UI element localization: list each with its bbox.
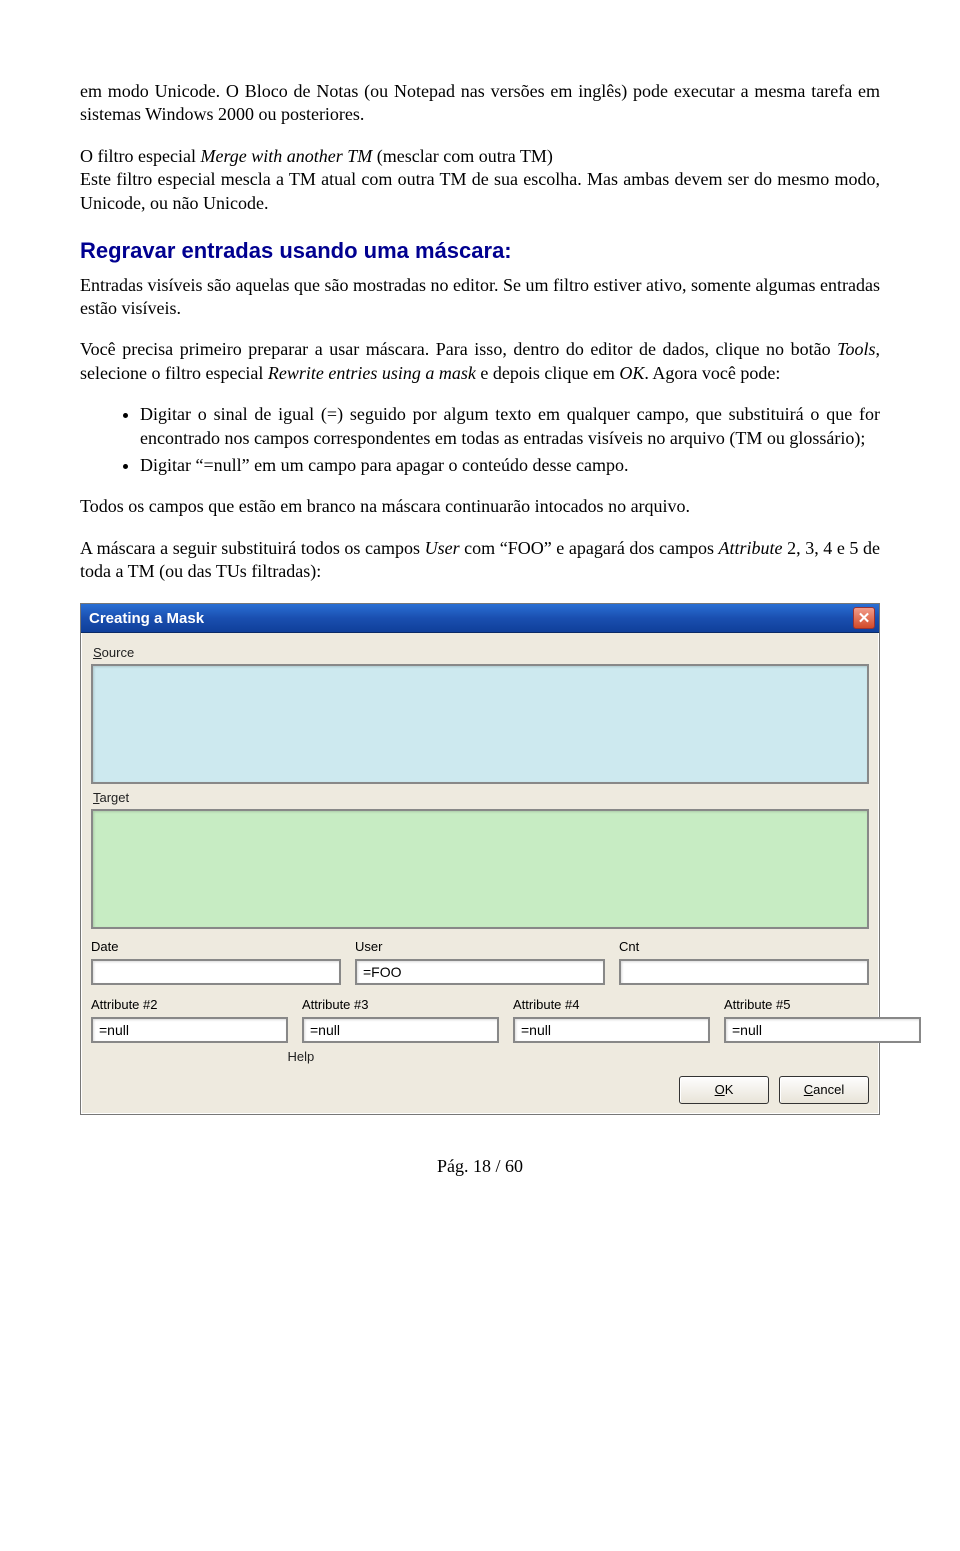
date-label: Date [91,939,341,956]
target-textarea[interactable] [91,809,869,929]
bullet-list: Digitar o sinal de igual (=) seguido por… [80,403,880,477]
page-footer: Pág. 18 / 60 [80,1155,880,1178]
source-textarea[interactable] [91,664,869,784]
target-label: Target [93,790,867,807]
attr2-label: Attribute #2 [91,997,288,1014]
cnt-field[interactable] [619,959,869,985]
attr4-label: Attribute #4 [513,997,710,1014]
paragraph-1: em modo Unicode. O Bloco de Notas (ou No… [80,80,880,127]
paragraph-6: A máscara a seguir substituirá todos os … [80,537,880,584]
user-field[interactable] [355,959,605,985]
attr5-field[interactable] [724,1017,921,1043]
creating-mask-dialog: Creating a Mask ✕ Source Target Date Use… [80,603,880,1114]
help-link[interactable]: Help [286,1049,483,1066]
paragraph-3: Entradas visíveis são aquelas que são mo… [80,274,880,321]
attr4-field[interactable] [513,1017,710,1043]
attr2-field[interactable] [91,1017,288,1043]
attr3-label: Attribute #3 [302,997,499,1014]
bullet-2: Digitar “=null” em um campo para apagar … [140,454,880,477]
bullet-1: Digitar o sinal de igual (=) seguido por… [140,403,880,450]
cancel-button[interactable]: Cancel [779,1076,869,1104]
user-label: User [355,939,605,956]
close-icon[interactable]: ✕ [853,607,875,629]
attr5-label: Attribute #5 [724,997,921,1014]
dialog-title: Creating a Mask [89,609,204,629]
date-field[interactable] [91,959,341,985]
attr3-field[interactable] [302,1017,499,1043]
dialog-titlebar[interactable]: Creating a Mask ✕ [81,604,879,633]
source-label: Source [93,645,867,662]
ok-button[interactable]: OK [679,1076,769,1104]
paragraph-2: O filtro especial Merge with another TM … [80,145,880,215]
paragraph-4: Você precisa primeiro preparar a usar má… [80,338,880,385]
heading-regravar: Regravar entradas usando uma máscara: [80,237,880,266]
paragraph-5: Todos os campos que estão em branco na m… [80,495,880,518]
cnt-label: Cnt [619,939,869,956]
